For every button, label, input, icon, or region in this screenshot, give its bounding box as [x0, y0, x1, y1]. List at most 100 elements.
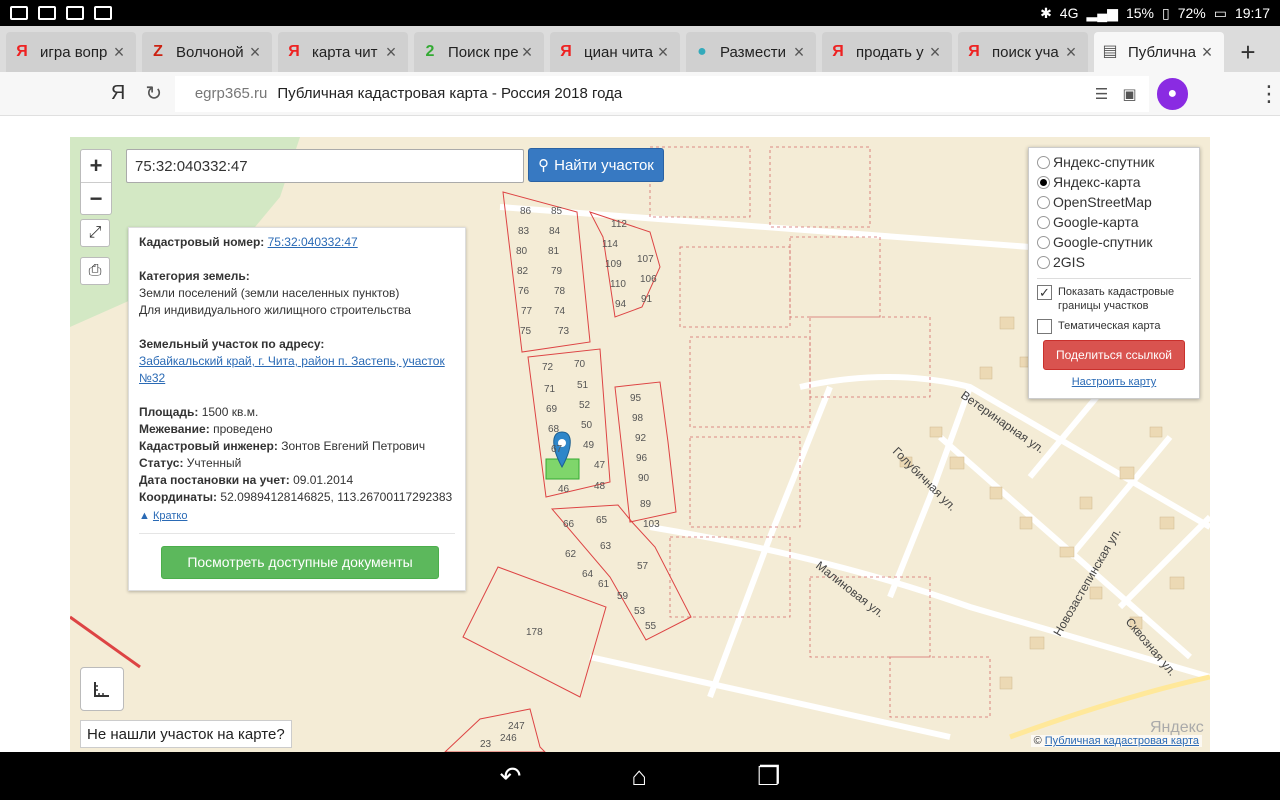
parcel-number: 53 — [634, 606, 646, 617]
layer-option[interactable]: Google-карта — [1037, 212, 1191, 232]
parcel-number: 79 — [551, 266, 563, 277]
close-tab-icon[interactable]: × — [246, 42, 264, 63]
close-tab-icon[interactable]: × — [790, 42, 808, 63]
tab-6[interactable]: ● Размести × — [686, 32, 816, 72]
tab-favicon-icon: Я — [968, 43, 980, 60]
ruler-icon[interactable] — [80, 667, 124, 711]
microphone-icon[interactable]: ● — [1156, 77, 1189, 110]
tab-favicon-icon: Я — [832, 43, 844, 60]
home-icon[interactable]: ⌂ — [631, 761, 647, 792]
battery-level-right: 72% — [1177, 5, 1206, 21]
tab-1[interactable]: Яигра вопр × — [6, 32, 136, 72]
tab-9[interactable]: ▤ Публична × — [1094, 32, 1224, 72]
battery-full-icon: ▭ — [1213, 4, 1227, 21]
category-value: Земли поселений (земли населенных пункто… — [139, 286, 400, 300]
parcel-number: 52 — [579, 400, 591, 411]
tab-title: Размести — [720, 43, 786, 61]
find-parcel-button[interactable]: ⚲ Найти участок — [528, 148, 664, 182]
tab-5[interactable]: Яциан чита × — [550, 32, 680, 72]
parcel-number: 96 — [636, 453, 648, 464]
navigation-bar: ↶ ⌂ ❐ — [0, 752, 1280, 800]
date-value: 09.01.2014 — [293, 473, 354, 487]
tab-3[interactable]: Якарта чит × — [278, 32, 408, 72]
collapse-link[interactable]: ▲ Кратко — [139, 508, 455, 525]
cadastral-search-input[interactable]: 75:32:040332:47 — [126, 149, 524, 183]
parcel-number: 83 — [518, 226, 530, 237]
protect-icon[interactable]: ▣ — [1122, 85, 1136, 103]
layer-option-label: Яндекс-карта — [1053, 174, 1141, 190]
tab-7[interactable]: Япродать у × — [822, 32, 952, 72]
area-value: 1500 кв.м. — [201, 405, 259, 419]
fullscreen-icon[interactable]: ⤢ — [80, 219, 110, 247]
close-tab-icon[interactable]: × — [382, 42, 400, 63]
radio-icon — [1037, 175, 1050, 189]
date-label: Дата постановки на учет: — [139, 473, 290, 487]
browser-toolbar: Я ↻ egrp365.ru Публичная кадастровая кар… — [0, 72, 1280, 116]
parcel-number: 62 — [565, 549, 577, 560]
address-bar[interactable]: egrp365.ru Публичная кадастровая карта -… — [174, 75, 1149, 112]
cadastral-link[interactable]: 75:32:040332:47 — [268, 235, 358, 249]
tab-title: продать у — [856, 43, 924, 61]
reader-mode-icon[interactable]: ☰ — [1095, 85, 1108, 103]
layer-option[interactable]: OpenStreetMap — [1037, 192, 1191, 212]
setup-map-link[interactable]: Настроить карту — [1037, 376, 1191, 388]
zoom-in-button[interactable]: + — [81, 150, 111, 182]
find-parcel-label: Найти участок — [554, 156, 654, 174]
survey-label: Межевание: — [139, 422, 210, 436]
not-found-button[interactable]: Не нашли участок на карте? — [80, 720, 292, 748]
layer-option[interactable]: Яндекс-спутник — [1037, 152, 1191, 172]
tab-strip: Яигра вопр × Z Волчоной × Якарта чит × 2 Поиск п… — [0, 26, 1280, 72]
clock: 19:17 — [1234, 5, 1270, 21]
close-tab-icon[interactable]: × — [1062, 42, 1080, 63]
layer-option[interactable]: 2GIS — [1037, 252, 1191, 272]
zoom-out-button[interactable]: − — [81, 182, 111, 214]
tab-title: игра вопр — [40, 43, 108, 61]
close-tab-icon[interactable]: × — [926, 42, 944, 63]
tab-8[interactable]: Япоиск уча × — [958, 32, 1088, 72]
close-tab-icon[interactable]: × — [518, 42, 536, 63]
zoom-control: + − — [80, 149, 112, 215]
close-tab-icon[interactable]: × — [1198, 42, 1216, 63]
parcel-number: 59 — [617, 591, 629, 602]
layer-option-label: Яндекс-спутник — [1053, 154, 1155, 170]
parcel-number: 106 — [640, 274, 657, 285]
close-tab-icon[interactable]: × — [110, 42, 128, 63]
url-page-title: Публичная кадастровая карта - Россия 201… — [277, 85, 623, 102]
view-documents-button[interactable]: Посмотреть доступные документы — [161, 546, 439, 579]
triangle-up-icon: ▲ — [139, 510, 150, 522]
attribution-link[interactable]: Публичная кадастровая карта — [1045, 735, 1199, 747]
reload-icon[interactable]: ↻ — [145, 81, 175, 106]
parcel-number: 66 — [563, 519, 575, 530]
parcel-number: 61 — [598, 579, 610, 590]
layer-option[interactable]: Яндекс-карта — [1037, 172, 1191, 192]
close-tab-icon[interactable]: × — [654, 42, 672, 63]
layer-option-label: OpenStreetMap — [1053, 194, 1152, 210]
radio-icon — [1037, 155, 1050, 169]
thematic-map-checkbox[interactable]: Тематическая карта — [1037, 319, 1191, 334]
system-status: ✱ 4G ▂▄▆ 15% ▯ 72% ▭ 19:17 — [1040, 0, 1270, 26]
show-borders-checkbox[interactable]: ✓ Показать кадастровые границы участков — [1037, 285, 1191, 313]
new-tab-button[interactable]: + — [1230, 32, 1266, 72]
share-link-button[interactable]: Поделиться ссылкой — [1043, 340, 1185, 370]
menu-icon[interactable]: ⋮ — [1258, 81, 1280, 107]
parcel-number: 114 — [602, 239, 618, 250]
layer-option[interactable]: Google-спутник — [1037, 232, 1191, 252]
parcel-number: 82 — [517, 266, 529, 277]
cadastral-map[interactable]: 85 86 84 83 81 80 79 82 78 76 74 77 73 75 112 114 107 109… — [70, 137, 1210, 752]
search-icon: ⚲ — [538, 157, 550, 174]
print-icon[interactable]: ⎙ — [80, 257, 110, 285]
parcel-number: 50 — [581, 420, 593, 431]
radio-icon — [1037, 235, 1050, 249]
parcel-number: 57 — [637, 561, 649, 572]
yandex-logo[interactable]: Я — [86, 82, 145, 105]
back-icon[interactable]: ↶ — [500, 761, 522, 792]
battery-icon: ▯ — [1161, 4, 1170, 21]
recents-icon[interactable]: ❐ — [757, 761, 780, 792]
address-link[interactable]: Забайкальский край, г. Чита, район п. За… — [139, 353, 455, 387]
rail-line — [70, 615, 141, 669]
area-label: Площадь: — [139, 405, 199, 419]
bluetooth-icon: ✱ — [1040, 4, 1052, 21]
tab-2[interactable]: Z Волчоной × — [142, 32, 272, 72]
notification-icons — [0, 6, 112, 20]
tab-4[interactable]: 2 Поиск пре × — [414, 32, 544, 72]
